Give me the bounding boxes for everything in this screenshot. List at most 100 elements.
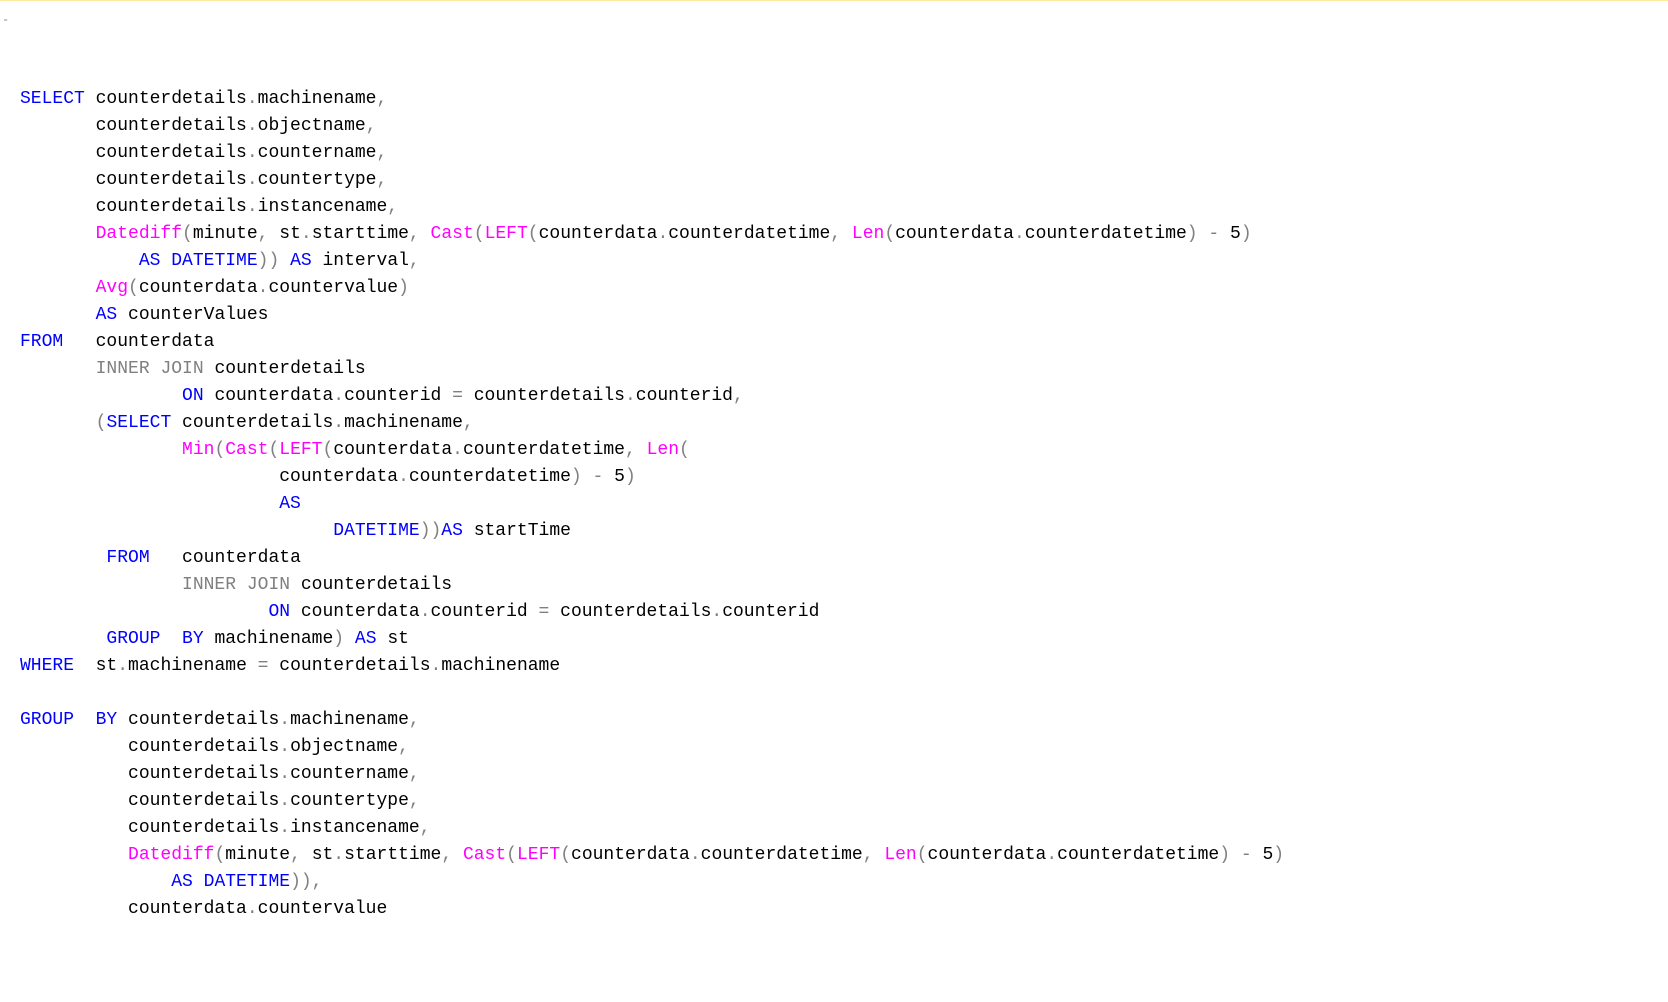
code-token: . <box>625 386 636 406</box>
sql-editor[interactable]: - SELECT counterdetails.machinename, cou… <box>0 0 1668 954</box>
code-line[interactable]: (SELECT counterdetails.machinename, <box>4 410 1668 437</box>
code-token: counterdata <box>290 602 420 622</box>
code-token: - <box>593 467 604 487</box>
code-token: FROM <box>106 548 149 568</box>
code-token: DATETIME <box>333 521 419 541</box>
code-line[interactable]: Min(Cast(LEFT(counterdata.counterdatetim… <box>4 437 1668 464</box>
code-token: counterdatetime <box>1057 845 1219 865</box>
code-line[interactable]: WHERE st.machinename = counterdetails.ma… <box>4 653 1668 680</box>
code-token: counterdetails <box>290 575 452 595</box>
code-token: ( <box>917 845 928 865</box>
code-line[interactable]: Datediff(minute, st.starttime, Cast(LEFT… <box>4 842 1668 869</box>
code-token: , <box>258 224 269 244</box>
code-token: . <box>279 791 290 811</box>
code-token: ( <box>323 440 334 460</box>
code-token: . <box>690 845 701 865</box>
code-token: ( <box>214 440 225 460</box>
code-token: counterdetails <box>20 143 247 163</box>
code-token <box>20 548 106 568</box>
code-line[interactable]: GROUP BY machinename) AS st <box>4 626 1668 653</box>
code-area[interactable]: SELECT counterdetails.machinename, count… <box>4 86 1668 923</box>
code-line[interactable]: GROUP BY counterdetails.machinename, <box>4 707 1668 734</box>
code-line[interactable]: counterdetails.countername, <box>4 140 1668 167</box>
code-token: , <box>398 737 409 757</box>
code-token: , <box>733 386 744 406</box>
code-token: . <box>279 710 290 730</box>
code-line[interactable]: counterdata.countervalue <box>4 896 1668 923</box>
code-line[interactable]: counterdetails.countertype, <box>4 788 1668 815</box>
fold-toggle-icon[interactable]: - <box>2 7 14 19</box>
code-line[interactable]: DATETIME))AS startTime <box>4 518 1668 545</box>
code-line[interactable]: FROM counterdata <box>4 329 1668 356</box>
code-token: Avg <box>96 278 128 298</box>
code-token: machinename <box>290 710 409 730</box>
code-token: . <box>247 197 258 217</box>
code-token: = <box>258 656 269 676</box>
code-token: , <box>409 791 420 811</box>
code-token <box>160 629 182 649</box>
code-line[interactable]: INNER JOIN counterdetails <box>4 356 1668 383</box>
code-token: ( <box>679 440 690 460</box>
code-line[interactable]: counterdetails.instancename, <box>4 194 1668 221</box>
code-token: )) <box>420 521 442 541</box>
code-token: 5 <box>1252 845 1274 865</box>
code-line[interactable]: ON counterdata.counterid = counterdetail… <box>4 599 1668 626</box>
code-token: ON <box>268 602 290 622</box>
code-token: counterdetails <box>20 818 279 838</box>
code-token: SELECT <box>20 89 85 109</box>
code-token: , <box>376 89 387 109</box>
code-token: . <box>333 386 344 406</box>
code-token: st <box>301 845 333 865</box>
code-token: AS <box>96 305 118 325</box>
code-token: AS <box>139 251 161 271</box>
code-line[interactable]: SELECT counterdetails.machinename, <box>4 86 1668 113</box>
code-line[interactable]: AS <box>4 491 1668 518</box>
code-token: counterdetails <box>20 791 279 811</box>
code-token: counterdetails <box>463 386 625 406</box>
code-line[interactable]: INNER JOIN counterdetails <box>4 572 1668 599</box>
code-line[interactable]: ON counterdata.counterid = counterdetail… <box>4 383 1668 410</box>
code-line[interactable]: counterdetails.objectname, <box>4 113 1668 140</box>
code-token: Datediff <box>96 224 182 244</box>
code-token: JOIN <box>160 359 203 379</box>
code-token <box>20 278 96 298</box>
code-token: instancename <box>258 197 388 217</box>
code-line[interactable]: counterdetails.countername, <box>4 761 1668 788</box>
code-token <box>160 251 171 271</box>
code-token <box>841 224 852 244</box>
code-line[interactable]: counterdetails.instancename, <box>4 815 1668 842</box>
code-token: machinename <box>128 656 258 676</box>
code-token: . <box>247 899 258 919</box>
code-token: minute <box>193 224 258 244</box>
code-line[interactable]: AS DATETIME)), <box>4 869 1668 896</box>
code-line[interactable]: Datediff(minute, st.starttime, Cast(LEFT… <box>4 221 1668 248</box>
code-line[interactable] <box>4 680 1668 707</box>
code-line[interactable]: counterdetails.objectname, <box>4 734 1668 761</box>
code-token: . <box>279 737 290 757</box>
code-line[interactable]: counterdata.counterdatetime) - 5) <box>4 464 1668 491</box>
code-line[interactable]: FROM counterdata <box>4 545 1668 572</box>
code-token: ( <box>128 278 139 298</box>
code-token: machinename <box>258 89 377 109</box>
code-token: 5 <box>1219 224 1241 244</box>
code-token: . <box>117 656 128 676</box>
code-token: JOIN <box>247 575 290 595</box>
code-token: starttime <box>312 224 409 244</box>
code-line[interactable]: counterdetails.countertype, <box>4 167 1668 194</box>
code-token: Len <box>884 845 916 865</box>
code-token: counterdetails <box>268 656 430 676</box>
code-line[interactable]: AS counterValues <box>4 302 1668 329</box>
code-line[interactable]: Avg(counterdata.countervalue) <box>4 275 1668 302</box>
code-token: counterdatetime <box>409 467 571 487</box>
code-token: , <box>441 845 452 865</box>
code-token: . <box>279 764 290 784</box>
code-token: )), <box>290 872 322 892</box>
code-token: DATETIME <box>204 872 290 892</box>
code-token: ( <box>96 413 107 433</box>
code-token <box>20 872 171 892</box>
code-line[interactable]: AS DATETIME)) AS interval, <box>4 248 1668 275</box>
code-token: Cast <box>463 845 506 865</box>
code-token: countervalue <box>258 899 388 919</box>
code-token: ) <box>1187 224 1198 244</box>
code-token <box>20 305 96 325</box>
